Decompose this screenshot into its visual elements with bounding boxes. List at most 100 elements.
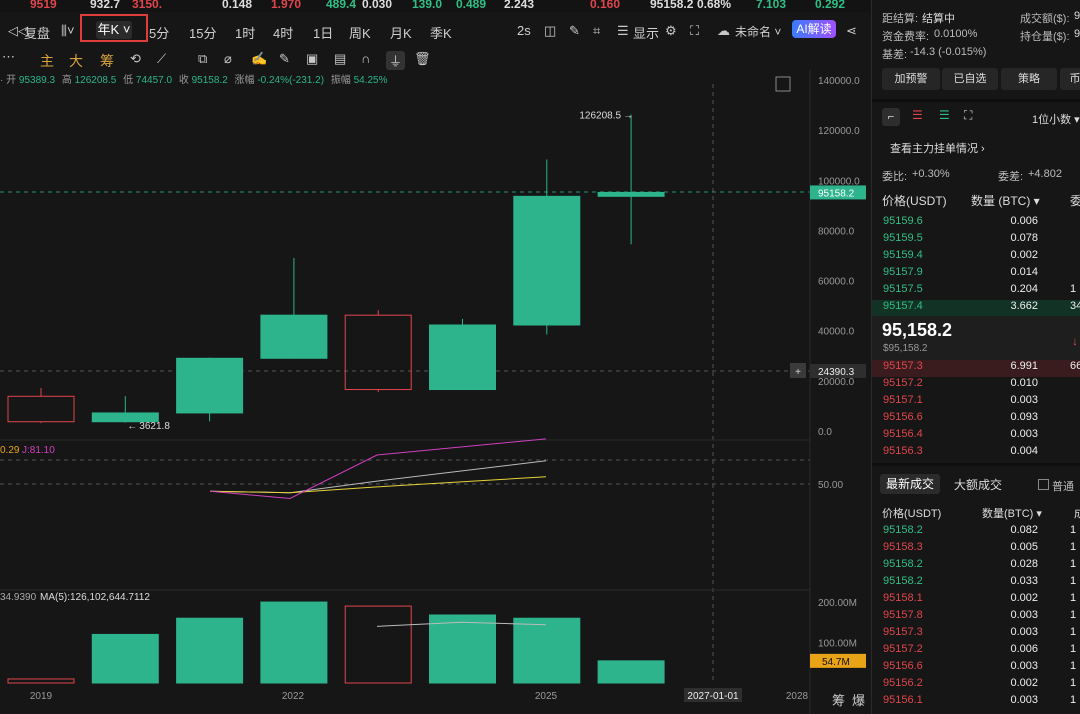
ticker-value: 2.243: [504, 0, 535, 11]
trade-qty: 0.003: [1010, 694, 1038, 706]
book-fullscreen-icon[interactable]: ⛶: [964, 108, 972, 123]
fullscreen-icon[interactable]: ⛶: [690, 23, 699, 39]
trade-price: 95157.8: [883, 609, 923, 621]
price-direction-icon: ↓: [1072, 334, 1078, 348]
replay-button[interactable]: 复盘: [24, 23, 50, 42]
divider: [872, 99, 1080, 102]
orderbook-row[interactable]: 95157.9 0.014: [872, 266, 1080, 283]
period-4h[interactable]: 4时: [273, 23, 293, 42]
brush-icon[interactable]: ✍: [251, 51, 267, 67]
link-icon[interactable]: ⌀: [224, 51, 232, 67]
kline-chart[interactable]: · 开 95389.3 高 126208.5 低 74457.0 收 95158…: [0, 70, 870, 714]
copy-icon[interactable]: ⧉: [198, 51, 207, 67]
trade-qty: 0.028: [1010, 558, 1038, 570]
tab-chips[interactable]: 筹: [100, 51, 114, 71]
refresh-interval[interactable]: 2s: [517, 23, 531, 38]
pen-icon[interactable]: ✎: [569, 23, 580, 39]
orderbook-row[interactable]: 95156.6 0.093: [872, 411, 1080, 428]
orderbook-row[interactable]: 95159.4 0.002: [872, 249, 1080, 266]
ruler-icon[interactable]: ⟋: [157, 51, 166, 67]
period-quarter[interactable]: 季K: [430, 23, 452, 42]
gear-icon[interactable]: ⚙: [665, 23, 677, 39]
orderbook-row[interactable]: 95157.2 0.010: [872, 377, 1080, 394]
orderbook-row[interactable]: 95156.3 0.004: [872, 445, 1080, 462]
orderbook-row[interactable]: 95157.5 0.204 1: [872, 283, 1080, 300]
period-month[interactable]: 月K: [390, 23, 412, 42]
trade-row: 95158.2 0.082 1: [872, 524, 1080, 541]
tab-big-trades[interactable]: 大额成交: [954, 476, 1002, 493]
tab-main[interactable]: 主: [40, 51, 54, 71]
strategy-button[interactable]: 策略: [1001, 68, 1057, 90]
change-value: -0.24%(-231.2): [257, 75, 324, 86]
volume-bar: [597, 660, 665, 684]
orderbook-row[interactable]: 95157.4 3.662 34: [872, 300, 1080, 317]
orderbook-row[interactable]: 95159.6 0.006: [872, 215, 1080, 232]
filter-icon[interactable]: ⏚: [386, 51, 406, 70]
magnet-icon[interactable]: ∩: [361, 51, 370, 66]
last-price-usd: $95,158.2: [883, 343, 928, 354]
orderbook-row[interactable]: 95157.3 6.991 66: [872, 360, 1080, 377]
display-button[interactable]: 显示: [633, 23, 659, 42]
period-1h[interactable]: 1时: [235, 23, 255, 42]
row-qty: 0.002: [1010, 249, 1038, 261]
period-15m[interactable]: 15分: [189, 23, 216, 42]
share-icon[interactable]: ⋖: [846, 23, 857, 39]
tab-latest-trades[interactable]: 最新成交: [880, 474, 941, 494]
add-alert-button[interactable]: 加预警: [882, 68, 940, 90]
turnover-value: 9: [1074, 10, 1080, 22]
vol-label: 34.9390: [0, 592, 37, 603]
trade-price: 95158.2: [883, 575, 923, 587]
precision-select[interactable]: 1位小数 ▾: [1032, 111, 1080, 127]
chart-type-icon[interactable]: ⫼˅: [61, 23, 75, 39]
main-force-link[interactable]: 查看主力挂单情况 ›: [890, 140, 985, 156]
edit-icon[interactable]: ✎: [279, 51, 290, 67]
tab-big[interactable]: 大: [69, 51, 83, 71]
market-panel: 距结算: 结算中 成交额($): 9 资金费率: 0.0100% 持仓量($):…: [871, 0, 1080, 714]
trade-row: 95157.2 0.006 1: [872, 643, 1080, 660]
book-asks-icon[interactable]: ☰: [912, 108, 923, 122]
basis-label: 基差:: [882, 49, 908, 61]
trash-icon[interactable]: 🗑: [414, 51, 431, 67]
crop-icon[interactable]: ⌗: [593, 23, 600, 39]
image-icon[interactable]: ▣: [306, 51, 318, 67]
chips-toggle[interactable]: 筹: [832, 690, 845, 709]
last-price-tag-text: 95158.2: [818, 188, 855, 199]
row-qty: 3.662: [1010, 300, 1038, 312]
period-week[interactable]: 周K: [349, 23, 371, 42]
normal-checkbox[interactable]: [1038, 479, 1049, 490]
col-qty[interactable]: 数量 (BTC) ▾: [971, 192, 1040, 209]
orderbook-row[interactable]: 95159.5 0.078: [872, 232, 1080, 249]
camera-icon[interactable]: ◫: [544, 23, 556, 39]
trades-col-qty[interactable]: 数量(BTC) ▾: [982, 505, 1042, 521]
picture-icon[interactable]: ▤: [334, 51, 346, 67]
price-tick-label: 120000.0: [818, 126, 860, 137]
period-1d[interactable]: 1日: [313, 23, 333, 42]
row-qty: 6.991: [1010, 360, 1038, 372]
display-icon[interactable]: ☰: [617, 23, 629, 39]
price-tick-label: 40000.0: [818, 327, 855, 338]
book-both-icon[interactable]: ⌐: [882, 108, 900, 126]
layout-name[interactable]: 未命名 ˅: [735, 23, 781, 40]
book-bids-icon[interactable]: ☰: [939, 108, 950, 122]
trade-qty: 0.005: [1010, 541, 1038, 553]
sync-icon[interactable]: ⟲: [130, 51, 141, 67]
more-icon[interactable]: ⋯: [2, 49, 15, 65]
vol-tick-label: 200.00M: [818, 598, 857, 609]
orderbook-row[interactable]: 95156.4 0.003: [872, 428, 1080, 445]
coin-button[interactable]: 币: [1060, 68, 1080, 90]
cloud-icon[interactable]: ☁: [717, 23, 730, 39]
favorited-button[interactable]: 已自选: [942, 68, 998, 90]
settle-label: 距结算:: [882, 13, 919, 25]
trade-time: 1: [1070, 524, 1077, 536]
liquidation-toggle[interactable]: 爆: [852, 690, 865, 709]
low-annotation: 3621.8: [139, 421, 170, 432]
orderbook-row[interactable]: 95157.1 0.003: [872, 394, 1080, 411]
period-selected[interactable]: 年K ˅: [96, 21, 132, 39]
volume-bar: [429, 614, 496, 684]
period-5m[interactable]: 5分: [149, 23, 169, 42]
ai-analysis-button[interactable]: AI解读: [792, 20, 836, 38]
trade-row: 95157.3 0.003 1: [872, 626, 1080, 643]
trade-qty: 0.002: [1010, 677, 1038, 689]
row-qty: 0.078: [1010, 232, 1038, 244]
ticker-value: 139.0: [412, 0, 443, 11]
